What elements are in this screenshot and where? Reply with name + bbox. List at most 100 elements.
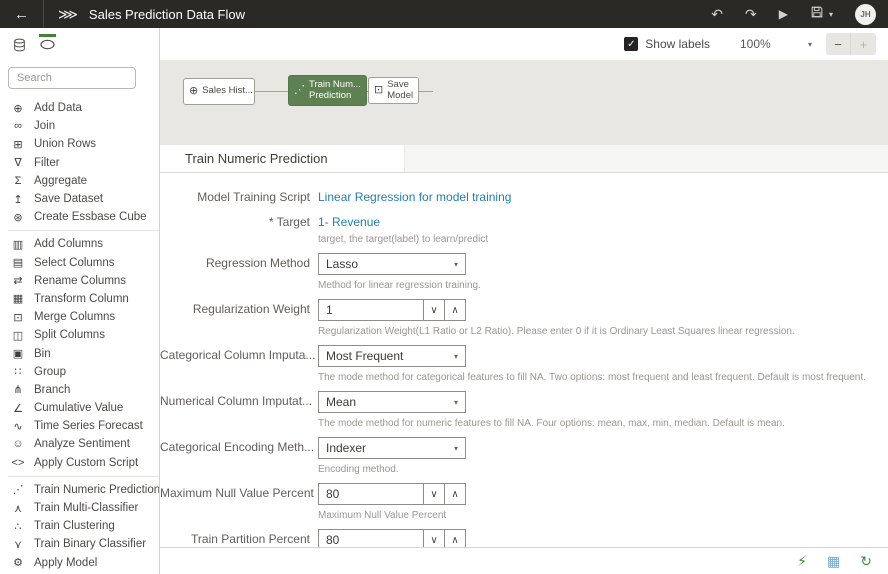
chevron-down-icon: ▾ [454, 444, 458, 453]
chevron-down-icon: ▾ [808, 40, 812, 49]
flow-node-label: SaveModel [387, 80, 413, 101]
sidebar-item-apply-custom-script[interactable]: <>Apply Custom Script [0, 454, 159, 472]
zoom-level-dropdown[interactable]: 100% ▾ [740, 37, 812, 51]
sidebar-item-cumulative-value[interactable]: ∠Cumulative Value [0, 399, 159, 417]
sidebar-item-join[interactable]: ∞Join [0, 117, 159, 135]
tab-data[interactable] [12, 34, 27, 57]
spinner-up-button[interactable]: ∧ [445, 299, 466, 321]
flow-canvas[interactable]: ⊕Sales Hist... ⋰Train Num...Prediction ⊡ Sa… [160, 60, 888, 145]
sidebar-item-add-columns[interactable]: ▥Add Columns [0, 235, 159, 253]
sidebar-item-analyze-sentiment[interactable]: ☺Analyze Sentiment [0, 435, 159, 453]
run-flow-icon[interactable]: ▶ [779, 8, 788, 20]
refresh-icon[interactable]: ↻ [860, 554, 872, 568]
spinner-down-button[interactable]: ∨ [424, 483, 445, 505]
sidebar-item-filter[interactable]: ∇Filter [0, 154, 159, 172]
step-panel-tab[interactable]: Train Numeric Prediction [160, 145, 405, 172]
sidebar-item-train-numeric-prediction[interactable]: ⋰Train Numeric Prediction [0, 481, 159, 499]
categorical-encoding-method-select[interactable]: Indexer▾ [318, 437, 466, 459]
field-help-text: Encoding method. [318, 464, 888, 475]
flow-node-sales-history[interactable]: ⊕Sales Hist... [183, 78, 255, 105]
sidebar-item-apply-model[interactable]: ⚙Apply Model [0, 554, 159, 572]
sidebar-item-select-columns[interactable]: ▤Select Columns [0, 254, 159, 272]
tab-steps[interactable] [39, 34, 56, 56]
spinner-down-button[interactable]: ∨ [424, 299, 445, 321]
sidebar-item-train-multi-classifier[interactable]: ⋏Train Multi-Classifier [0, 499, 159, 517]
step-panel-header: Train Numeric Prediction [160, 145, 888, 173]
maximum-null-value-percent-input[interactable]: 80 [318, 483, 424, 505]
field-label: Train Partition Percent [160, 529, 310, 547]
sidebar-item-aggregate[interactable]: ΣAggregate [0, 172, 159, 190]
sidebar-item-create-essbase-cube[interactable]: ⊛Create Essbase Cube [0, 208, 159, 226]
branch-icon: ⋔ [10, 383, 26, 396]
train-partition-percent-input[interactable]: 80 [318, 529, 424, 547]
zoom-out-button[interactable]: − [826, 33, 851, 55]
numerical-column-imputation-select[interactable]: Mean▾ [318, 391, 466, 413]
back-button[interactable]: ← [0, 0, 44, 28]
sidebar-item-group[interactable]: ∷Group [0, 363, 159, 381]
sidebar-item-merge-columns[interactable]: ⊡Merge Columns [0, 308, 159, 326]
sidebar-item-time-series-forecast[interactable]: ∿Time Series Forecast [0, 417, 159, 435]
numerical-column-imputation-control: Mean▾ [318, 391, 888, 413]
required-marker: * [269, 215, 274, 229]
header-actions: ↶ ↷ ▶ ▾ JH [711, 4, 876, 25]
select-columns-icon: ▤ [10, 256, 26, 269]
redo-icon[interactable]: ↷ [745, 7, 757, 21]
undo-icon[interactable]: ↶ [711, 7, 723, 21]
step-oval-icon [39, 38, 56, 55]
back-arrow-icon: ← [14, 6, 29, 23]
spinner-down-button[interactable]: ∨ [424, 529, 445, 547]
sidebar-item-save-dataset[interactable]: ↥Save Dataset [0, 190, 159, 208]
categorical-column-imputation-select[interactable]: Most Frequent▾ [318, 345, 466, 367]
expand-panels-icon[interactable]: ⋙ [58, 6, 77, 23]
zoom-in-button[interactable]: + [851, 33, 876, 55]
sidebar-item-split-columns[interactable]: ◫Split Columns [0, 326, 159, 344]
regularization-weight-input[interactable]: 1 [318, 299, 424, 321]
sidebar-item-branch[interactable]: ⋔Branch [0, 381, 159, 399]
categorical-encoding-method-control: Indexer▾ [318, 437, 888, 459]
flow-node-label-line: Prediction [309, 91, 361, 101]
sidebar-item-union-rows[interactable]: ⊞Union Rows [0, 135, 159, 153]
target-link[interactable]: 1- Revenue [318, 212, 380, 229]
field-help-text: Maximum Null Value Percent [318, 510, 888, 521]
sidebar-item-rename-columns[interactable]: ⇄Rename Columns [0, 272, 159, 290]
sidebar-item-transform-column[interactable]: ▦Transform Column [0, 290, 159, 308]
database-icon [12, 39, 27, 56]
save-button[interactable]: ▾ [810, 5, 833, 24]
sidebar-item-label: Aggregate [34, 175, 87, 187]
validate-lightning-icon[interactable]: ⚡ [797, 554, 807, 568]
sidebar-item-train-clustering[interactable]: ∴Train Clustering [0, 517, 159, 535]
page-title: Sales Prediction Data Flow [89, 7, 245, 22]
search-input[interactable] [8, 67, 136, 89]
show-labels-checkbox[interactable]: ✓ [624, 37, 638, 51]
spinner-up-button[interactable]: ∧ [445, 483, 466, 505]
create-essbase-cube-icon: ⊛ [10, 211, 26, 224]
flow-node-save-model[interactable]: ⊡ SaveModel [368, 77, 419, 104]
rename-columns-icon: ⇄ [10, 274, 26, 287]
model-training-script-link[interactable]: Linear Regression for model training [318, 187, 511, 204]
flow-node-train-numeric-prediction[interactable]: ⋰Train Num...Prediction [288, 75, 367, 106]
sidebar-divider [8, 230, 159, 231]
avatar[interactable]: JH [855, 4, 876, 25]
cumulative-value-icon: ∠ [10, 402, 26, 415]
form-row-regularization-weight: Regularization Weight1∨∧Regularization W… [160, 299, 888, 337]
regression-method-select[interactable]: Lasso▾ [318, 253, 466, 275]
maximum-null-value-percent-control: 80∨∧ [318, 483, 888, 505]
sidebar-item-bin[interactable]: ▣Bin [0, 344, 159, 362]
sidebar-item-label: Add Data [34, 102, 82, 114]
app-window: ← ⋙ Sales Prediction Data Flow ↶ ↷ ▶ ▾ J… [0, 0, 888, 574]
select-value: Mean [326, 395, 356, 409]
categorical-column-imputation-control: Most Frequent▾ [318, 345, 888, 367]
field-label: *Target [160, 212, 310, 229]
sidebar-tabs [0, 28, 159, 61]
train-numeric-prediction-icon: ⋰ [10, 483, 26, 496]
sidebar-item-add-data[interactable]: ⊕Add Data [0, 99, 159, 117]
form-row-maximum-null-value-percent: Maximum Null Value Percent80∨∧Maximum Nu… [160, 483, 888, 521]
spinner-up-button[interactable]: ∧ [445, 529, 466, 547]
save-model-icon: ⊡ [374, 85, 383, 96]
data-preview-table-icon[interactable]: ▦ [827, 554, 840, 568]
save-caret-icon: ▾ [829, 10, 833, 19]
bin-icon: ▣ [10, 347, 26, 360]
sidebar-item-label: Save Dataset [34, 193, 103, 205]
sidebar-item-train-binary-classifier[interactable]: ⋎Train Binary Classifier [0, 535, 159, 553]
union-rows-icon: ⊞ [10, 138, 26, 151]
